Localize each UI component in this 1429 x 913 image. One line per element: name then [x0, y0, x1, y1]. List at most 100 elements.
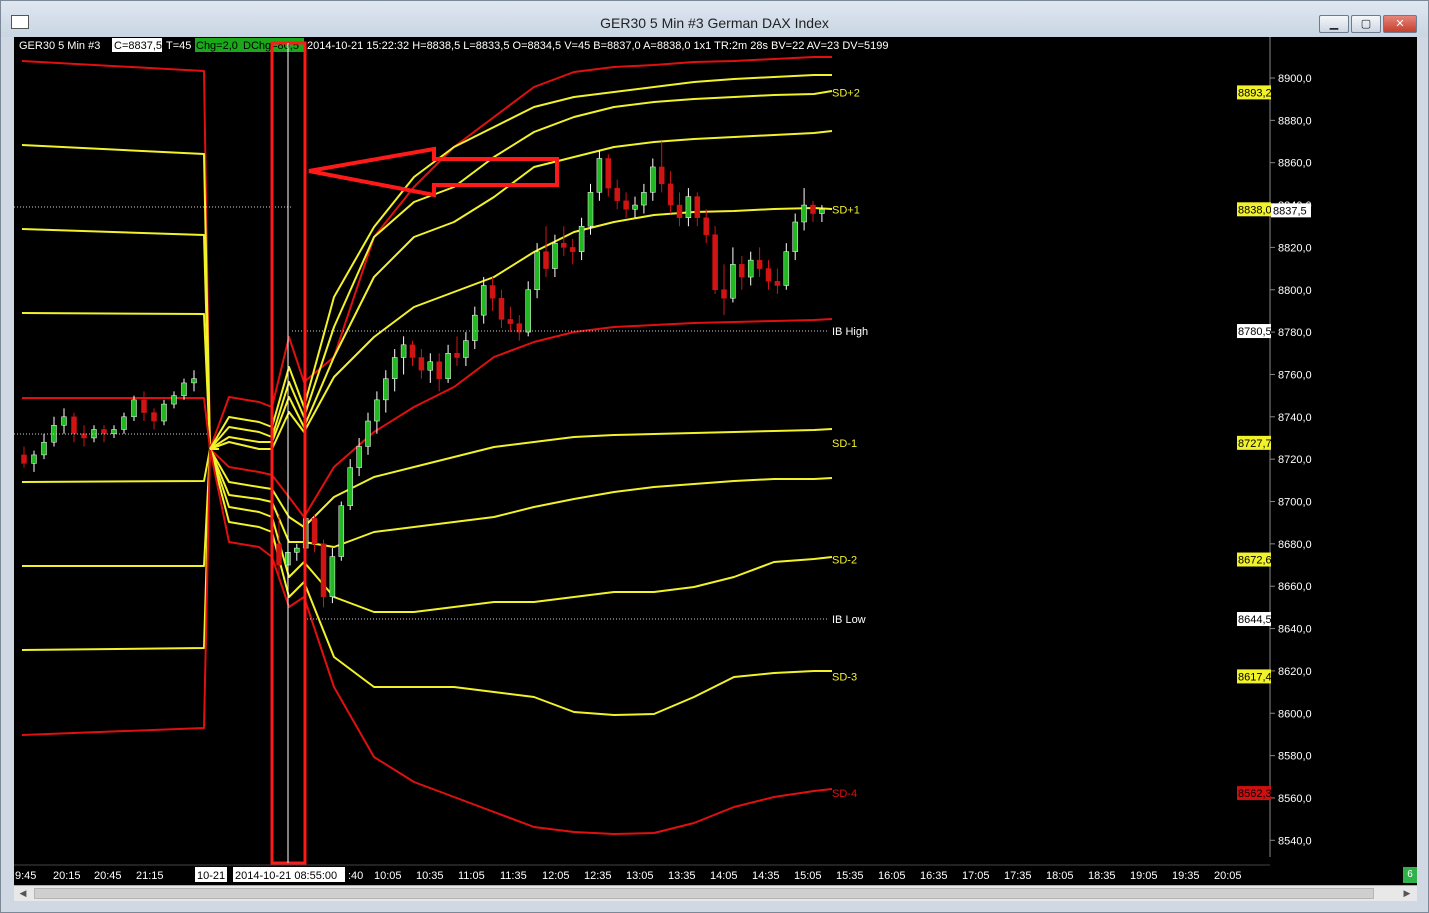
candle-body	[596, 158, 603, 193]
prior-level-line	[21, 448, 211, 651]
scroll-thumb[interactable]	[34, 888, 1374, 899]
time-tick-label: 12:05	[542, 870, 570, 882]
price-tick-label: 8600,0	[1278, 708, 1312, 720]
band-label: SD+1	[832, 204, 860, 216]
close-button[interactable]: ✕	[1383, 15, 1417, 33]
candle-body	[365, 420, 371, 447]
candle-body	[561, 242, 567, 248]
time-tick-label: 16:05	[878, 870, 906, 882]
candle-body	[650, 166, 656, 193]
band-label: SD-4	[832, 788, 857, 800]
prior-level-line	[21, 448, 211, 736]
scroll-right-icon[interactable]: ▶	[1400, 888, 1414, 899]
candle-body	[810, 204, 816, 214]
header-chg: Chg=2,0	[196, 40, 238, 52]
candle-body	[472, 314, 478, 341]
annotation-arrow	[308, 146, 559, 198]
band-line	[209, 318, 833, 518]
candle-body	[171, 395, 177, 405]
candle-body	[383, 378, 389, 401]
price-label-text: 8562,3	[1238, 788, 1272, 800]
candle-body	[614, 187, 620, 202]
candle-body	[463, 340, 469, 358]
price-tick-label: 8760,0	[1278, 369, 1312, 381]
band-line	[209, 74, 832, 450]
candle-body	[801, 204, 807, 223]
price-tick-label: 8720,0	[1278, 454, 1312, 466]
price-label-text: 8644,5	[1238, 614, 1272, 626]
price-chart[interactable]: GER30 5 Min #3 C=8837,5 T=45 Chg=2,0 DCh…	[14, 37, 1417, 885]
time-tick-label: 17:35	[1004, 870, 1032, 882]
band-label: SD-3	[832, 671, 857, 683]
minimize-button[interactable]: ▁	[1319, 15, 1349, 33]
candle-body	[774, 281, 781, 286]
band-label: IB Low	[832, 614, 866, 626]
candle-body	[356, 446, 362, 468]
horizontal-scrollbar[interactable]: ◀ ▶	[14, 885, 1417, 901]
price-tick-label: 8540,0	[1278, 835, 1312, 847]
candle-body	[418, 357, 425, 371]
candle-body	[31, 454, 37, 464]
price-label-text: 8780,5	[1238, 326, 1272, 338]
candle-body	[587, 192, 594, 227]
header-details: 2014-10-21 15:22:32 H=8838,5 L=8833,5 O=…	[307, 40, 889, 52]
candle-body	[329, 556, 336, 598]
price-tick-label: 8900,0	[1278, 73, 1312, 85]
candle-body	[543, 251, 549, 269]
candle-body	[374, 399, 380, 422]
price-tick-label: 8660,0	[1278, 581, 1312, 593]
price-label-text: 8727,7	[1238, 438, 1272, 450]
candle-body	[294, 547, 300, 553]
candle-body	[667, 183, 674, 206]
candle-body	[101, 429, 107, 434]
time-tick-label: 20:15	[53, 870, 81, 882]
time-tick-label: 15:05	[794, 870, 822, 882]
price-label-text: 8893,2	[1238, 87, 1272, 99]
prior-level-line	[21, 448, 211, 483]
scroll-left-icon[interactable]: ◀	[16, 888, 30, 899]
prior-level-line	[21, 312, 211, 450]
header-close: C=8837,5	[114, 40, 162, 52]
price-label-text: 8617,4	[1238, 671, 1272, 683]
band-line	[209, 448, 833, 835]
time-tick-label: 10:05	[374, 870, 402, 882]
price-labels: 8893,2 8838,0 8780,5 8727,7 8672,6 8644,5 8617…	[1237, 85, 1311, 801]
time-tick-label: 17:05	[962, 870, 990, 882]
candle-body	[400, 344, 407, 358]
time-tick-label: 13:05	[626, 870, 654, 882]
time-tick-label: 18:35	[1088, 870, 1116, 882]
candle-body	[712, 234, 718, 291]
candle-body	[347, 467, 353, 506]
candle-body	[61, 416, 67, 426]
candle-body	[756, 259, 763, 269]
price-axis[interactable]: 8900,08880,08860,08840,08820,08800,08780…	[1270, 73, 1312, 847]
prior-level-line	[21, 228, 211, 450]
time-tick-label: 13:35	[668, 870, 696, 882]
time-tick-label: 21:15	[136, 870, 164, 882]
time-axis[interactable]: 9:45 20:15 20:45 21:15 10-21 2014-10-21 08:55…	[15, 867, 1242, 882]
candle-body	[409, 344, 416, 358]
candle-body	[111, 429, 117, 434]
price-tick-label: 8580,0	[1278, 751, 1312, 763]
band-line	[209, 90, 833, 450]
candle-body	[685, 196, 692, 219]
candle-body	[151, 412, 157, 422]
chart-area[interactable]: GER30 5 Min #3 C=8837,5 T=45 Chg=2,0 DCh…	[14, 37, 1417, 885]
candle-body	[747, 259, 754, 278]
price-tick-label: 8640,0	[1278, 624, 1312, 636]
candle-body	[181, 382, 187, 396]
time-tick-label: 11:05	[458, 870, 485, 882]
maximize-button[interactable]: ▢	[1351, 15, 1381, 33]
time-tick-label: 18:05	[1046, 870, 1074, 882]
candle-body	[427, 361, 434, 371]
vwap-bands	[209, 56, 833, 835]
candle-body	[783, 251, 790, 286]
band-label: IB High	[832, 326, 868, 338]
prior-level-line	[22, 397, 211, 450]
candle-body	[276, 543, 282, 566]
candle-body	[569, 247, 576, 252]
title-bar[interactable]: GER30 5 Min #3 German DAX Index ▁ ▢ ✕	[1, 1, 1428, 37]
price-tick-label: 8820,0	[1278, 242, 1312, 254]
candle-body	[730, 264, 736, 299]
last-price-text: 8837,5	[1273, 205, 1307, 217]
